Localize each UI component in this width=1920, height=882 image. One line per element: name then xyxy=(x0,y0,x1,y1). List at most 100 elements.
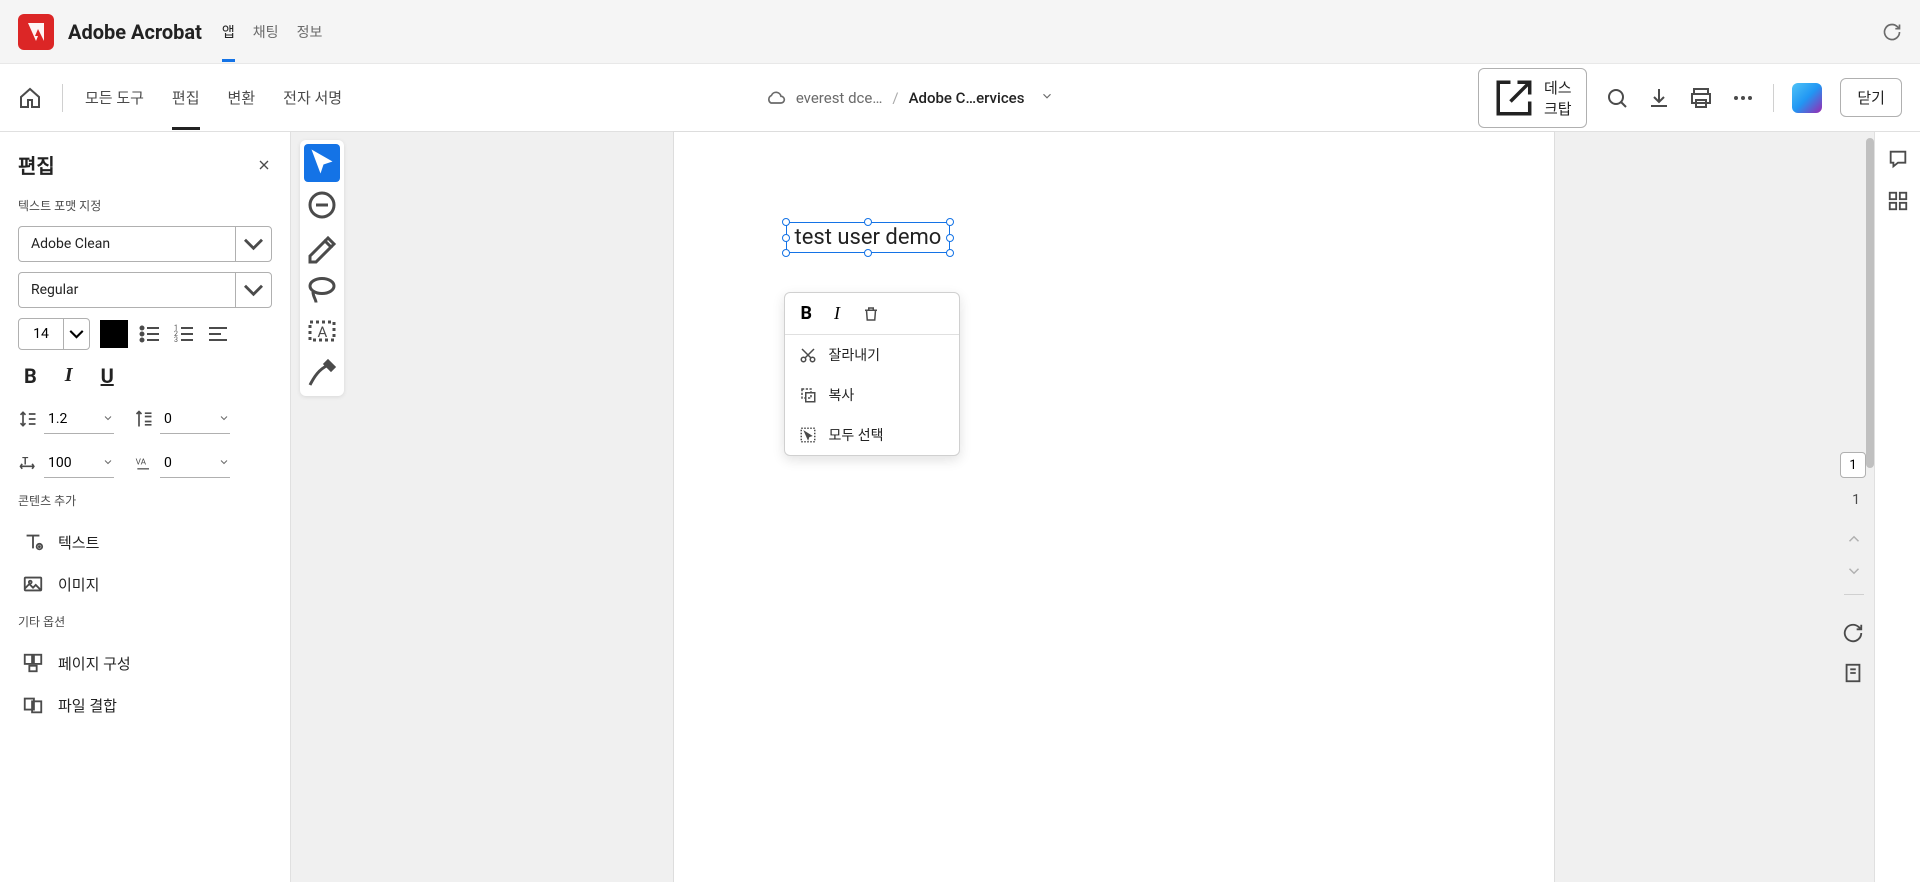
divider xyxy=(62,84,63,112)
ctx-select-all[interactable]: 모두 선택 xyxy=(785,415,959,455)
resize-handle[interactable] xyxy=(782,234,790,242)
ctx-italic-button[interactable]: I xyxy=(834,303,840,324)
draw-tool-icon[interactable] xyxy=(304,354,340,392)
ctx-cut-label: 잘라내기 xyxy=(829,345,881,365)
highlight-tool-icon[interactable] xyxy=(304,228,340,266)
chevron-down-icon xyxy=(102,409,114,428)
underline-button[interactable]: U xyxy=(101,364,114,388)
font-family-value: Adobe Clean xyxy=(19,227,235,261)
ctx-bold-button[interactable]: B xyxy=(801,303,813,324)
breadcrumb: everest dce… / Adobe C…ervices xyxy=(766,88,1055,108)
align-icon[interactable] xyxy=(206,322,230,346)
breadcrumb-sep: / xyxy=(892,89,898,107)
sub-tab-edit[interactable]: 편집 xyxy=(172,65,200,130)
secondary-toolbar: 모든 도구 편집 변환 전자 서명 everest dce… / Adobe C… xyxy=(0,64,1920,132)
top-tab-chat[interactable]: 채팅 xyxy=(253,2,279,62)
bullet-list-icon[interactable] xyxy=(138,322,162,346)
panel-title: 편집 xyxy=(18,150,55,179)
sub-tabs: 모든 도구 편집 변환 전자 서명 xyxy=(85,65,342,130)
resize-handle[interactable] xyxy=(782,249,790,257)
top-tabs: 앱 채팅 정보 xyxy=(222,2,322,62)
char-spacing-icon: VA xyxy=(134,453,154,473)
organize-pages-button[interactable]: 페이지 구성 xyxy=(18,642,272,684)
rotate-icon[interactable] xyxy=(1842,622,1864,644)
chevron-down-icon[interactable] xyxy=(1040,89,1054,107)
ctx-copy[interactable]: 복사 xyxy=(785,375,959,415)
char-spacing-field[interactable]: VA 0 xyxy=(134,448,230,478)
line-height-field[interactable]: 1.2 xyxy=(18,404,114,434)
section-other: 기타 옵션 xyxy=(18,613,272,630)
selected-text-content: test user demo xyxy=(795,225,942,250)
paragraph-spacing-icon xyxy=(134,409,154,429)
grid-panel-icon[interactable] xyxy=(1887,190,1909,212)
page-total: 1 xyxy=(1852,492,1860,508)
line-height-icon xyxy=(18,409,38,429)
combine-files-label: 파일 결합 xyxy=(58,695,117,716)
resize-handle[interactable] xyxy=(946,218,954,226)
more-icon[interactable] xyxy=(1731,86,1755,110)
italic-button[interactable]: I xyxy=(65,364,73,388)
resize-handle[interactable] xyxy=(864,249,872,257)
top-bar: Adobe Acrobat 앱 채팅 정보 xyxy=(0,0,1920,64)
chevron-down-icon xyxy=(218,409,230,428)
page-down-icon[interactable] xyxy=(1845,562,1863,580)
top-tab-info[interactable]: 정보 xyxy=(297,2,323,62)
resize-handle[interactable] xyxy=(864,218,872,226)
page-input[interactable]: 1 xyxy=(1840,452,1866,478)
combine-files-button[interactable]: 파일 결합 xyxy=(18,684,272,726)
resize-handle[interactable] xyxy=(946,249,954,257)
select-tool-icon[interactable] xyxy=(304,144,340,182)
close-button[interactable]: 닫기 xyxy=(1840,78,1902,117)
font-family-select[interactable]: Adobe Clean xyxy=(18,226,272,262)
horizontal-scale-field[interactable]: T 100 xyxy=(18,448,114,478)
combine-icon xyxy=(22,694,44,716)
app-title: Adobe Acrobat xyxy=(68,20,202,44)
close-icon[interactable] xyxy=(256,157,272,173)
add-text-button[interactable]: 텍스트 xyxy=(18,521,272,563)
add-image-button[interactable]: 이미지 xyxy=(18,563,272,605)
section-text-format: 텍스트 포맷 지정 xyxy=(18,197,272,214)
paragraph-spacing-field[interactable]: 0 xyxy=(134,404,230,434)
breadcrumb-file[interactable]: Adobe C…ervices xyxy=(909,89,1025,107)
text-color-swatch[interactable] xyxy=(100,320,128,348)
selected-text-box[interactable]: test user demo xyxy=(786,222,951,253)
desktop-button[interactable]: 데스크탑 xyxy=(1478,68,1587,128)
text-box-tool-icon[interactable]: A xyxy=(304,312,340,350)
bold-button[interactable]: B xyxy=(24,364,37,388)
avatar[interactable] xyxy=(1792,83,1822,113)
page-view-icon[interactable] xyxy=(1842,662,1864,684)
svg-text:A: A xyxy=(318,323,328,341)
section-add-content: 콘텐츠 추가 xyxy=(18,492,272,509)
home-icon[interactable] xyxy=(18,86,42,110)
font-size-input[interactable]: 14 xyxy=(18,318,90,350)
refresh-icon[interactable] xyxy=(1882,22,1902,42)
sub-tab-all-tools[interactable]: 모든 도구 xyxy=(85,65,144,130)
comment-panel-icon[interactable] xyxy=(1887,148,1909,170)
chevron-down-icon xyxy=(218,453,230,472)
ctx-cut[interactable]: 잘라내기 xyxy=(785,335,959,375)
horizontal-scale-icon: T xyxy=(18,453,38,473)
desktop-button-label: 데스크탑 xyxy=(1543,77,1572,119)
font-weight-select[interactable]: Regular xyxy=(18,272,272,308)
char-spacing-value: 0 xyxy=(160,455,218,471)
document-page[interactable]: test user demo B I xyxy=(674,132,1554,882)
sub-tab-convert[interactable]: 변환 xyxy=(228,65,256,130)
comment-tool-icon[interactable] xyxy=(304,186,340,224)
text-icon xyxy=(22,531,44,553)
cut-icon xyxy=(799,346,817,364)
top-tab-app[interactable]: 앱 xyxy=(222,2,235,62)
search-icon[interactable] xyxy=(1605,86,1629,110)
scrollbar-thumb[interactable] xyxy=(1866,138,1874,468)
page-up-icon[interactable] xyxy=(1845,530,1863,548)
lasso-tool-icon[interactable] xyxy=(304,270,340,308)
download-icon[interactable] xyxy=(1647,86,1671,110)
main-area: 편집 텍스트 포맷 지정 Adobe Clean Regular 14 123 xyxy=(0,132,1920,882)
resize-handle[interactable] xyxy=(946,234,954,242)
select-all-icon xyxy=(799,426,817,444)
print-icon[interactable] xyxy=(1689,86,1713,110)
sub-tab-esign[interactable]: 전자 서명 xyxy=(283,65,342,130)
trash-icon[interactable] xyxy=(862,305,880,323)
numbered-list-icon[interactable]: 123 xyxy=(172,322,196,346)
resize-handle[interactable] xyxy=(782,218,790,226)
breadcrumb-folder[interactable]: everest dce… xyxy=(796,89,883,107)
